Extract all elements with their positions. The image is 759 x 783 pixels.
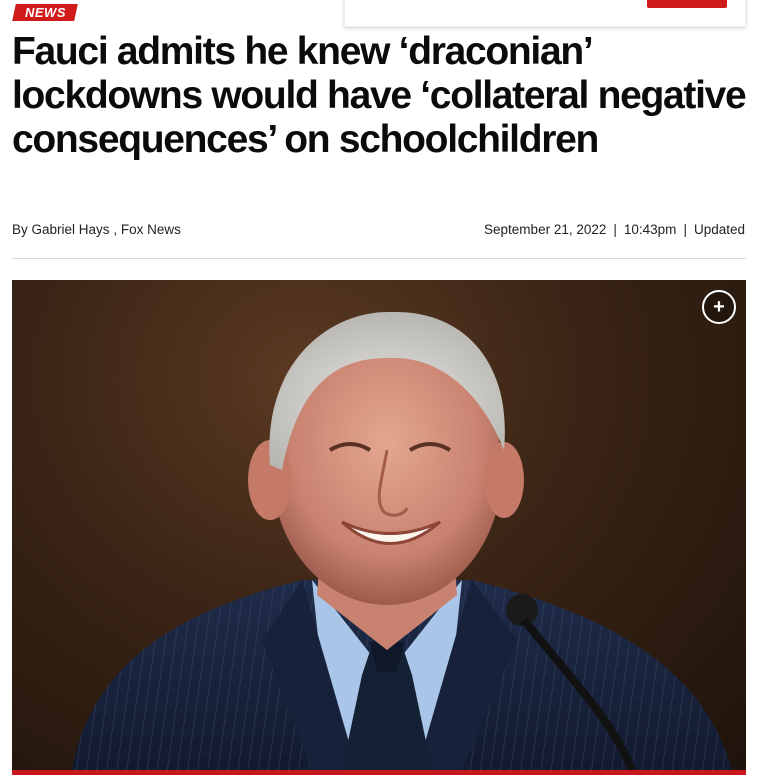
- byline-author-link[interactable]: Gabriel Hays: [32, 222, 110, 237]
- photo-caption-bar: [12, 770, 746, 775]
- header-divider: [12, 258, 746, 259]
- top-card-banner: [344, 0, 746, 27]
- dateline-divider: |: [683, 222, 687, 237]
- article-hero-photo[interactable]: +: [12, 280, 746, 770]
- updated-label: Updated: [693, 222, 745, 237]
- byline: By Gabriel Hays , Fox News: [12, 222, 181, 237]
- byline-prefix: By: [12, 222, 28, 237]
- news-section-tag-label: NEWS: [24, 5, 66, 20]
- top-card-button[interactable]: [647, 0, 727, 8]
- news-section-tag[interactable]: NEWS: [12, 4, 78, 21]
- publish-date: September 21, 2022: [484, 222, 607, 237]
- portrait-illustration: [72, 311, 732, 770]
- byline-outlet-link[interactable]: Fox News: [121, 222, 181, 237]
- byline-separator: ,: [113, 222, 118, 237]
- publish-time: 10:43pm: [623, 222, 677, 237]
- dateline-divider: |: [613, 222, 617, 237]
- dateline: September 21, 2022 | 10:43pm | Updated: [484, 222, 745, 237]
- article-headline: Fauci admits he knew ‘draconian’ lockdow…: [12, 30, 747, 161]
- plus-circle-icon: +: [713, 296, 725, 318]
- expand-image-button[interactable]: +: [702, 290, 736, 324]
